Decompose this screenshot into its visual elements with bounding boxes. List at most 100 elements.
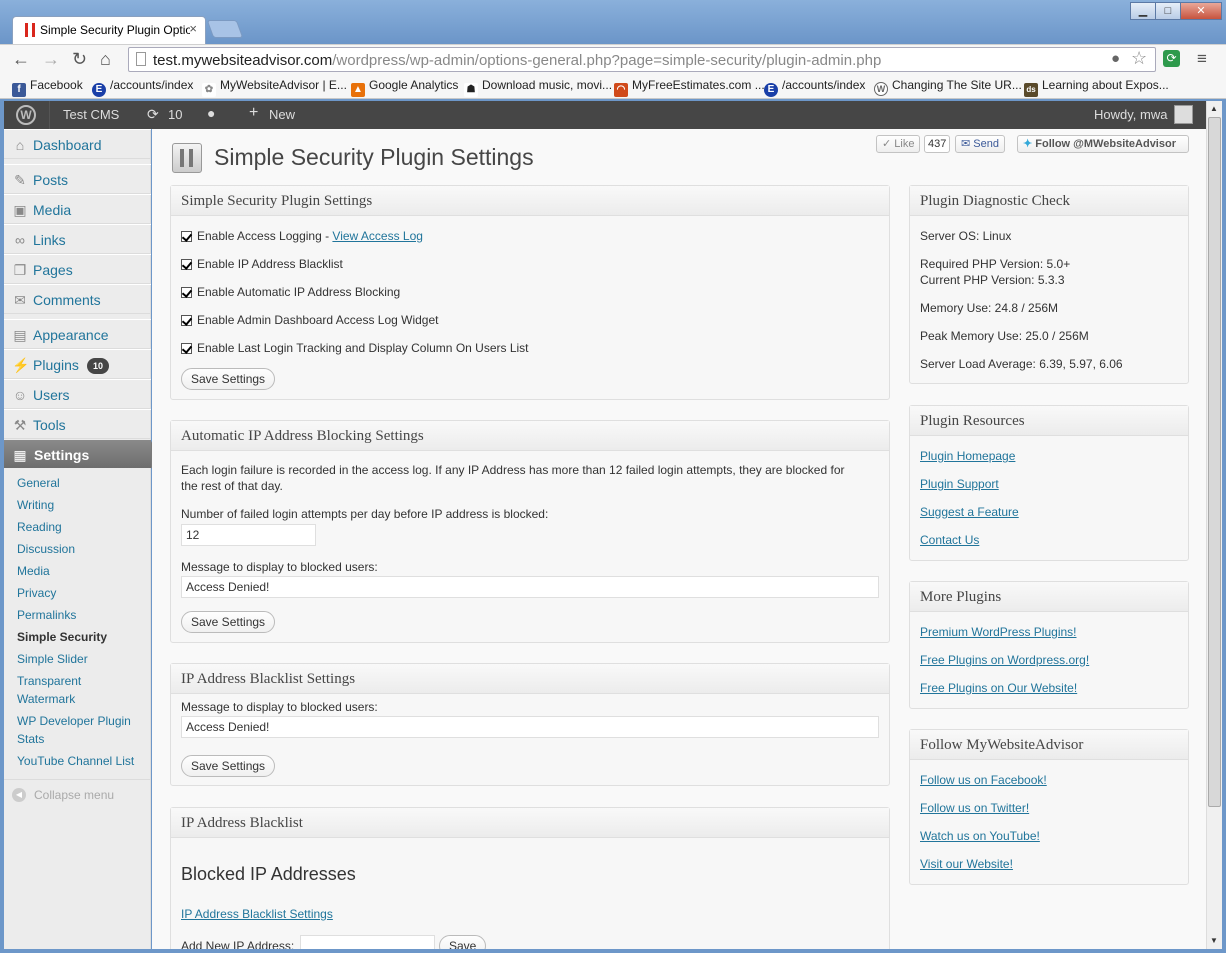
wordpress-logo-icon[interactable]: W bbox=[16, 105, 36, 125]
howdy-user-link[interactable]: Howdy, mwa bbox=[1094, 107, 1167, 122]
bookmark-item[interactable]: ds Learning about Expos... bbox=[1024, 78, 1169, 97]
scrollbar-thumb[interactable] bbox=[1208, 117, 1221, 807]
sidebar-item-links[interactable]: ∞ Links bbox=[4, 224, 151, 254]
sidebar-item-tools[interactable]: ⚒ Tools bbox=[4, 409, 151, 439]
failed-attempts-input[interactable]: 12 bbox=[181, 524, 316, 546]
enable-auto-ip-blocking-checkbox[interactable] bbox=[181, 287, 192, 298]
tab-close-icon[interactable]: × bbox=[189, 21, 197, 36]
enable-last-login-checkbox[interactable] bbox=[181, 343, 192, 354]
submenu-simple-security[interactable]: Simple Security bbox=[17, 628, 107, 646]
sidebar-item-settings[interactable]: ▦ Settings bbox=[4, 440, 151, 468]
sidebar-item-dashboard[interactable]: ⌂ Dashboard bbox=[4, 129, 151, 159]
plugin-homepage-link[interactable]: Plugin Homepage bbox=[920, 449, 1015, 463]
bookmark-item[interactable]: E/accounts/index bbox=[764, 78, 865, 97]
blacklist-message-input[interactable]: Access Denied! bbox=[181, 716, 879, 738]
submenu-simple-slider[interactable]: Simple Slider bbox=[17, 650, 88, 668]
sidebar-item-pages[interactable]: ❐ Pages bbox=[4, 254, 151, 284]
updates-count[interactable]: 10 bbox=[168, 107, 182, 122]
window-close-button[interactable]: ✕ bbox=[1180, 2, 1222, 20]
scroll-up-arrow-icon[interactable]: ▲ bbox=[1210, 104, 1218, 113]
option-label: Enable Access Logging - View Access Log bbox=[197, 229, 423, 243]
extension-icon[interactable]: ⟳ bbox=[1163, 50, 1180, 67]
bookmark-item[interactable]: ☗ Download music, movi... bbox=[464, 78, 612, 97]
website-link[interactable]: Visit our Website! bbox=[920, 857, 1013, 871]
scroll-down-arrow-icon[interactable]: ▼ bbox=[1210, 936, 1218, 945]
save-settings-button[interactable]: Save Settings bbox=[181, 755, 276, 777]
submenu-wp-developer-plugin[interactable]: WP Developer Plugin bbox=[17, 712, 131, 730]
bookmark-item[interactable]: f Facebook bbox=[12, 78, 83, 97]
enable-ip-blacklist-checkbox[interactable] bbox=[181, 259, 192, 270]
site-name-link[interactable]: Test CMS bbox=[63, 107, 119, 122]
submenu-reading[interactable]: Reading bbox=[17, 518, 62, 536]
contact-us-link[interactable]: Contact Us bbox=[920, 533, 979, 547]
facebook-send-button[interactable]: ✉ Send bbox=[955, 135, 1005, 153]
premium-plugins-link[interactable]: Premium WordPress Plugins! bbox=[920, 625, 1077, 639]
plugin-support-link[interactable]: Plugin Support bbox=[920, 477, 999, 491]
wordpress-org-plugins-link[interactable]: Free Plugins on Wordpress.org! bbox=[920, 653, 1089, 667]
sidebar-item-users[interactable]: ☺ Users bbox=[4, 379, 151, 409]
bookmark-item[interactable]: ✿ MyWebsiteAdvisor | E... bbox=[202, 78, 347, 97]
submenu-transparent[interactable]: Transparent bbox=[17, 672, 81, 690]
facebook-like-button[interactable]: ✓ Like bbox=[876, 135, 921, 153]
collapse-arrow-icon[interactable]: ◀ bbox=[12, 788, 26, 802]
view-access-log-link[interactable]: View Access Log bbox=[332, 229, 423, 243]
updates-icon[interactable]: ⟳ bbox=[147, 106, 159, 123]
forward-arrow-icon[interactable]: → bbox=[42, 49, 60, 70]
submenu-permalinks[interactable]: Permalinks bbox=[17, 606, 76, 624]
server-load-text: Server Load Average: 6.39, 5.97, 6.06 bbox=[920, 357, 1123, 371]
twitter-follow-button[interactable]: ✦ Follow @MWebsiteAdvisor bbox=[1017, 135, 1189, 153]
sidebar-item-comments[interactable]: ✉ Comments bbox=[4, 284, 151, 314]
submenu-writing[interactable]: Writing bbox=[17, 496, 54, 514]
bookmark-item[interactable]: ▲ Google Analytics bbox=[351, 78, 458, 97]
plus-icon[interactable]: + bbox=[249, 104, 258, 122]
star-icon[interactable]: ☆ bbox=[1131, 48, 1147, 69]
save-ip-button[interactable]: Save bbox=[439, 935, 487, 949]
home-icon[interactable]: ⌂ bbox=[100, 49, 111, 70]
submenu-general[interactable]: General bbox=[17, 474, 60, 492]
thumbs-up-icon: ✓ bbox=[882, 138, 892, 150]
suggest-feature-link[interactable]: Suggest a Feature bbox=[920, 505, 1019, 519]
submenu-privacy[interactable]: Privacy bbox=[17, 584, 56, 602]
bookmark-item[interactable]: E/accounts/index bbox=[92, 78, 193, 97]
back-arrow-icon[interactable]: ← bbox=[12, 49, 30, 70]
memory-use-text: Memory Use: 24.8 / 256M bbox=[920, 301, 1059, 315]
browser-tab[interactable]: Simple Security Plugin Options × bbox=[12, 16, 206, 44]
reload-icon[interactable]: ↻ bbox=[72, 49, 87, 70]
menu-icon[interactable]: ≡ bbox=[1197, 49, 1207, 69]
maximize-button[interactable]: □ bbox=[1155, 2, 1181, 20]
minimize-button[interactable]: ▁ bbox=[1130, 2, 1156, 20]
website-plugins-link[interactable]: Free Plugins on Our Website! bbox=[920, 681, 1077, 695]
blacklist-settings-link[interactable]: IP Address Blacklist Settings bbox=[181, 907, 333, 921]
submenu-youtube-channel-list[interactable]: YouTube Channel List bbox=[17, 752, 134, 770]
youtube-link[interactable]: Watch us on YouTube! bbox=[920, 829, 1040, 843]
submenu-media[interactable]: Media bbox=[17, 562, 50, 580]
bookmark-item[interactable]: W Changing The Site UR... bbox=[874, 78, 1022, 96]
save-settings-button[interactable]: Save Settings bbox=[181, 611, 276, 633]
facebook-link[interactable]: Follow us on Facebook! bbox=[920, 773, 1047, 787]
blocked-message-input[interactable]: Access Denied! bbox=[181, 576, 879, 598]
new-tab-button[interactable] bbox=[206, 20, 244, 38]
add-ip-input[interactable] bbox=[300, 935, 435, 949]
enable-access-logging-checkbox[interactable] bbox=[181, 231, 192, 242]
submenu-stats[interactable]: Stats bbox=[17, 730, 44, 748]
submenu-watermark[interactable]: Watermark bbox=[17, 690, 75, 708]
save-settings-button[interactable]: Save Settings bbox=[181, 368, 276, 390]
twitter-link[interactable]: Follow us on Twitter! bbox=[920, 801, 1029, 815]
comments-icon[interactable]: ● bbox=[207, 105, 215, 121]
sidebar-item-media[interactable]: ▣ Media bbox=[4, 194, 151, 224]
new-content-link[interactable]: New bbox=[269, 107, 295, 122]
submenu-discussion[interactable]: Discussion bbox=[17, 540, 75, 558]
pirate-icon: ☗ bbox=[464, 83, 478, 97]
page-scrollbar[interactable]: ▲ ▼ bbox=[1206, 101, 1222, 949]
bookmark-item[interactable]: ◠ MyFreeEstimates.com ... bbox=[614, 78, 765, 97]
enable-dashboard-widget-checkbox[interactable] bbox=[181, 315, 192, 326]
sidebar-item-plugins[interactable]: ⚡ Plugins 10 bbox=[4, 349, 151, 379]
collapse-menu-button[interactable]: Collapse menu bbox=[34, 788, 114, 802]
ip-blacklist-settings-box: IP Address Blacklist Settings Message to… bbox=[170, 663, 890, 786]
add-ip-label: Add New IP Address: bbox=[181, 939, 295, 949]
address-bar[interactable]: test.mywebsiteadvisor.com/wordpress/wp-a… bbox=[128, 47, 1156, 72]
lightbulb-icon[interactable]: ● bbox=[1111, 50, 1120, 67]
sidebar-item-posts[interactable]: ✎ Posts bbox=[4, 164, 151, 194]
sidebar-item-appearance[interactable]: ▤ Appearance bbox=[4, 319, 151, 349]
avatar[interactable] bbox=[1174, 105, 1193, 124]
